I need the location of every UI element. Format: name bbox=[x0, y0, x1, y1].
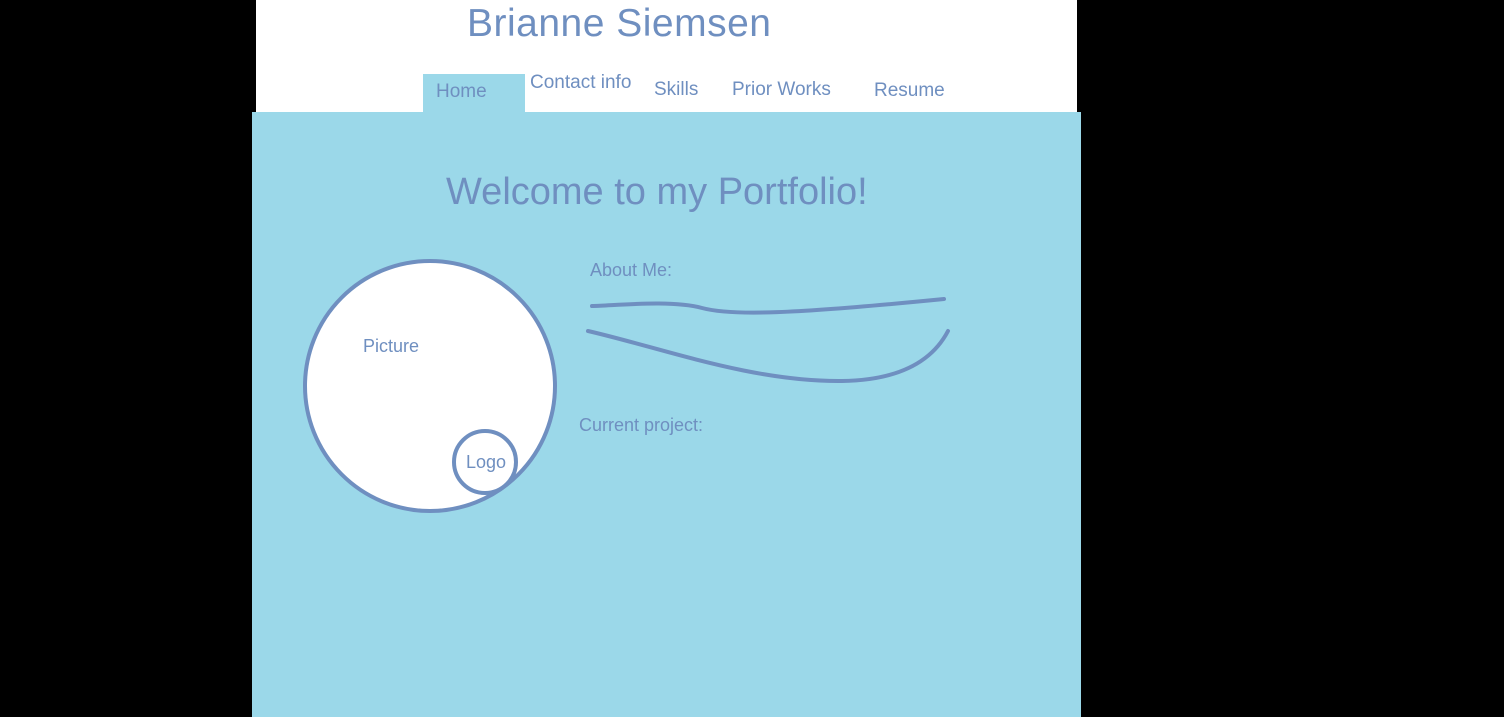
current-project-label: Current project: bbox=[579, 415, 704, 435]
about-me-text-line-1 bbox=[590, 297, 946, 315]
nav-tab-home-label: Home bbox=[436, 81, 487, 102]
about-me-text-line-2 bbox=[586, 329, 950, 384]
nav-tab-prior-works[interactable]: Prior Works bbox=[732, 79, 831, 101]
about-me-label: About Me: bbox=[590, 260, 673, 280]
picture-label: Picture bbox=[363, 336, 420, 356]
site-title: Brianne Siemsen bbox=[467, 2, 772, 45]
nav-tab-contact-info[interactable]: Contact info bbox=[530, 72, 631, 94]
picture-placeholder-circle bbox=[303, 259, 557, 513]
logo-label: Logo bbox=[466, 452, 507, 472]
main-content: Welcome to my Portfolio! Picture Logo Ab… bbox=[252, 112, 1081, 717]
nav-tab-skills[interactable]: Skills bbox=[654, 79, 698, 101]
nav-tab-resume[interactable]: Resume bbox=[874, 80, 945, 102]
portfolio-mockup: Brianne Siemsen Home Contact info Skills… bbox=[0, 0, 1504, 717]
site-header: Brianne Siemsen Home Contact info Skills… bbox=[256, 0, 1077, 112]
nav-tab-home[interactable]: Home bbox=[423, 74, 525, 112]
